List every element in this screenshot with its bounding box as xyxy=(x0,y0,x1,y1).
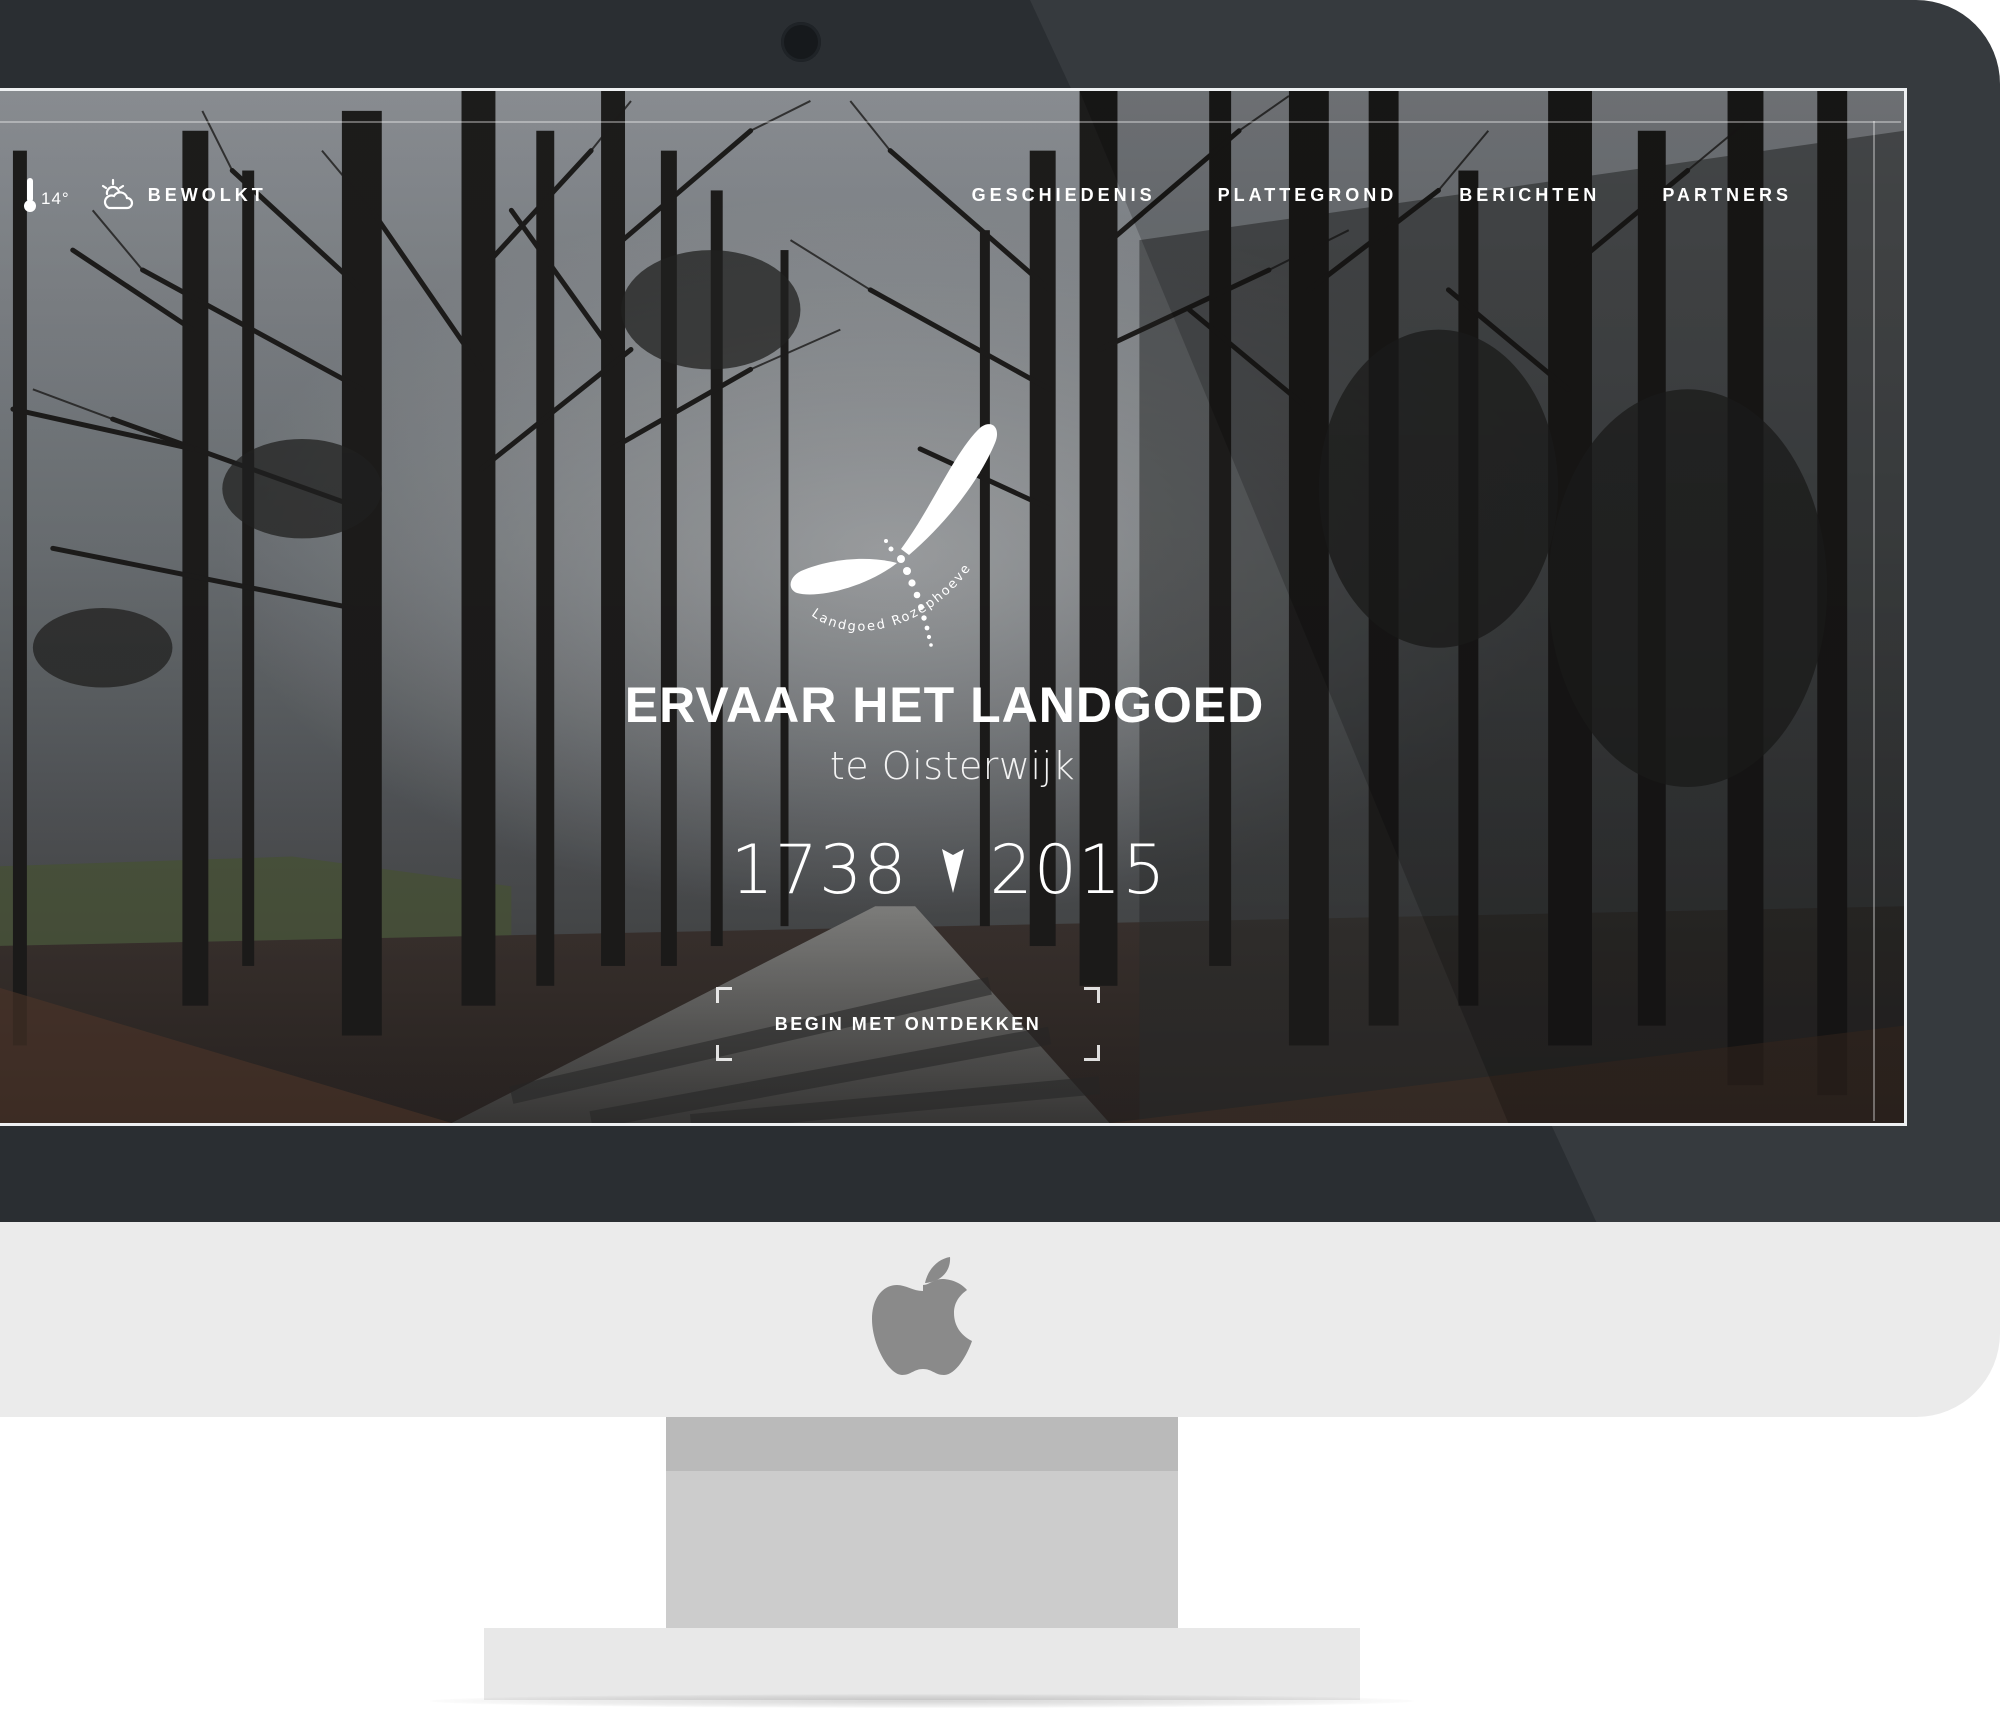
side-divider xyxy=(1873,121,1875,1121)
top-divider xyxy=(0,121,1901,123)
stand-base xyxy=(484,1628,1360,1700)
monitor-chin xyxy=(0,1222,2000,1417)
cta-corner xyxy=(716,987,732,1003)
stand-shadow xyxy=(430,1694,1414,1708)
camera xyxy=(781,22,821,62)
hero-title: ERVAAR HET LANDGOED xyxy=(624,677,1265,733)
hero-subtitle: te Oisterwijk xyxy=(829,744,1076,788)
year-end: 2015 xyxy=(989,831,1167,910)
nav-item-berichten[interactable]: BERICHTEN xyxy=(1459,185,1600,206)
nav-item-partners[interactable]: PARTNERS xyxy=(1662,185,1792,206)
weather-widget: 14° BEWOLKT xyxy=(23,175,267,215)
screen: 14° BEWOLKT GESCHIEDENIS PLATTEGROND BER… xyxy=(0,88,1907,1126)
apple-logo-icon xyxy=(872,1257,972,1375)
begin-discovering-button[interactable]: BEGIN MET ONTDEKKEN xyxy=(716,987,1100,1061)
cta-corner xyxy=(716,1045,732,1061)
cta-label: BEGIN MET ONTDEKKEN xyxy=(774,1013,1042,1034)
imac-mockup: 14° BEWOLKT GESCHIEDENIS PLATTEGROND BER… xyxy=(0,0,2000,1711)
stand-neck-shadow xyxy=(666,1417,1178,1471)
hero-years: 1738 2015 xyxy=(0,831,1904,910)
temperature-value: 14° xyxy=(41,189,70,208)
main-nav: GESCHIEDENIS PLATTEGROND BERICHTEN PARTN… xyxy=(972,185,1792,206)
arrow-down-icon xyxy=(941,848,964,893)
stand-neck xyxy=(666,1471,1178,1628)
nav-item-plattegrond[interactable]: PLATTEGROND xyxy=(1218,185,1398,206)
thermometer-icon xyxy=(24,178,36,212)
nav-item-geschiedenis[interactable]: GESCHIEDENIS xyxy=(972,185,1156,206)
year-start: 1738 xyxy=(730,831,908,910)
cta-corner xyxy=(1084,1045,1100,1061)
cta-corner xyxy=(1084,987,1100,1003)
partly-cloudy-icon xyxy=(101,178,133,210)
weather-condition: BEWOLKT xyxy=(147,184,267,205)
dragonfly-logo-icon: Landgoed Rozephoeve xyxy=(790,424,998,647)
